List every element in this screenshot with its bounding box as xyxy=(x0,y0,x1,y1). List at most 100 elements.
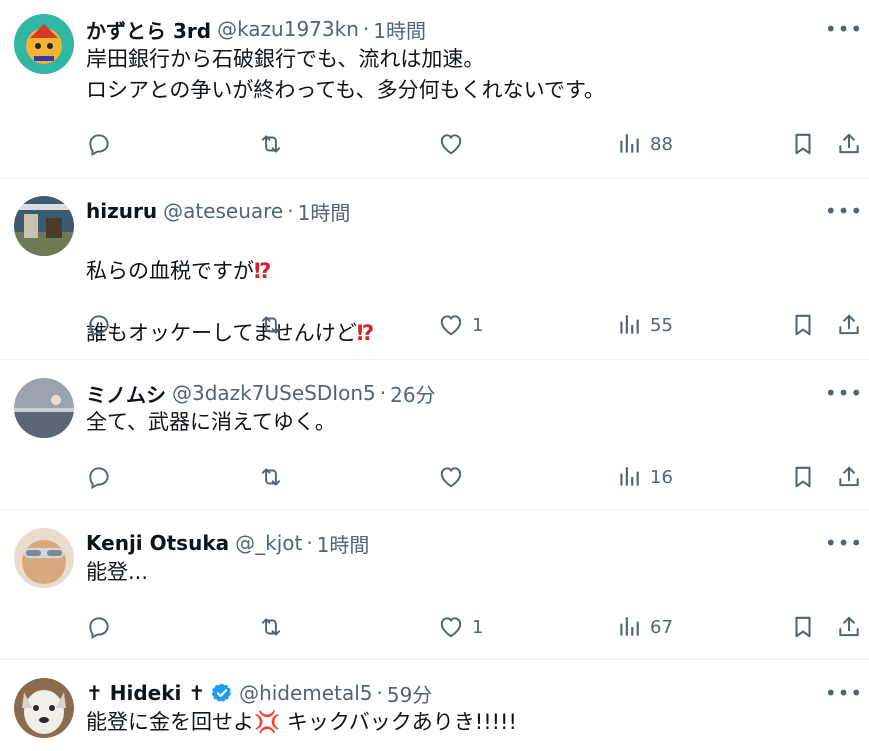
retweet-button[interactable] xyxy=(258,308,284,342)
exclamation-question-icon: ⁉ xyxy=(254,259,272,283)
share-button[interactable] xyxy=(836,610,862,644)
share-icon xyxy=(836,312,862,338)
like-icon xyxy=(438,312,464,338)
retweet-button[interactable] xyxy=(258,610,284,644)
like-icon xyxy=(438,464,464,490)
reply-icon xyxy=(86,131,112,157)
reply-icon xyxy=(86,614,112,640)
retweet-button[interactable] xyxy=(258,127,284,161)
like-button[interactable]: 1 xyxy=(438,610,483,644)
bookmark-icon xyxy=(790,614,816,640)
user-handle[interactable]: @3dazk7USeSDIon5 xyxy=(172,381,376,405)
tweet-header: ミノムシ @3dazk7USeSDIon5 · 26分 xyxy=(86,378,809,408)
user-handle[interactable]: @hidemetal5 xyxy=(239,681,372,705)
like-count: 1 xyxy=(472,616,484,638)
user-handle[interactable]: @kazu1973kn xyxy=(217,17,359,41)
views-button[interactable]: 55 xyxy=(616,308,673,342)
share-button[interactable] xyxy=(836,460,862,494)
reply-button[interactable] xyxy=(86,308,112,342)
avatar[interactable] xyxy=(14,196,74,256)
reply-icon xyxy=(86,464,112,490)
views-count: 67 xyxy=(650,616,673,638)
timestamp[interactable]: 59分 xyxy=(387,679,432,708)
timestamp[interactable]: 26分 xyxy=(390,379,435,408)
anger-icon: 💢 xyxy=(254,710,281,734)
views-count: 16 xyxy=(650,466,673,488)
retweet-button[interactable] xyxy=(258,460,284,494)
separator-dot: · xyxy=(379,381,387,405)
display-name[interactable]: かずとら 3rd xyxy=(86,15,211,44)
tweet-header: Kenji Otsuka @_kjot · 1時間 xyxy=(86,528,809,558)
bookmark-icon xyxy=(790,312,816,338)
separator-dot: · xyxy=(287,199,294,223)
display-name[interactable]: hizuru xyxy=(86,199,157,223)
views-button[interactable]: 67 xyxy=(616,610,673,644)
bookmark-icon xyxy=(790,131,816,157)
display-name[interactable]: ミノムシ xyxy=(86,379,166,408)
share-button[interactable] xyxy=(836,308,862,342)
timeline-feed: かずとら 3rd @kazu1973kn · 1時間 ••• 岸田銀行から石破銀… xyxy=(0,0,869,751)
action-bar: 16 xyxy=(86,460,859,494)
tweet-header: ✝ Hideki ✝ @hidemetal5 · 59分 xyxy=(86,678,809,708)
like-button[interactable] xyxy=(438,460,464,494)
tweet-text: 岸田銀行から石破銀行でも、流れは加速。 ロシアとの争いが終わっても、多分何もくれ… xyxy=(86,47,605,102)
action-bar: 1 55 xyxy=(86,308,859,342)
avatar[interactable] xyxy=(14,14,74,74)
bookmark-button[interactable] xyxy=(790,610,816,644)
retweet-icon xyxy=(258,312,284,338)
avatar[interactable] xyxy=(14,528,74,588)
tweet-text-line: 私らの血税ですが xyxy=(86,259,254,283)
display-name[interactable]: Kenji Otsuka xyxy=(86,531,229,555)
verified-icon xyxy=(211,683,232,702)
tweet[interactable]: かずとら 3rd @kazu1973kn · 1時間 ••• 岸田銀行から石破銀… xyxy=(0,0,869,179)
views-count: 88 xyxy=(650,133,673,155)
more-icon[interactable]: ••• xyxy=(825,14,862,44)
timestamp[interactable]: 1時間 xyxy=(298,197,351,226)
views-icon xyxy=(616,131,642,157)
reply-icon xyxy=(86,312,112,338)
avatar[interactable] xyxy=(14,378,74,438)
tweet-header: かずとら 3rd @kazu1973kn · 1時間 xyxy=(86,14,809,44)
separator-dot: · xyxy=(362,17,370,41)
tweet[interactable]: Kenji Otsuka @_kjot · 1時間 ••• 能登... 1 67 xyxy=(0,510,869,660)
avatar[interactable] xyxy=(14,678,74,738)
bookmark-button[interactable] xyxy=(790,308,816,342)
views-button[interactable]: 16 xyxy=(616,460,673,494)
more-icon[interactable]: ••• xyxy=(825,196,862,226)
reply-button[interactable] xyxy=(86,460,112,494)
tweet[interactable]: ✝ Hideki ✝ @hidemetal5 · 59分 ••• 能登に金を回せ… xyxy=(0,660,869,751)
more-icon[interactable]: ••• xyxy=(825,678,862,708)
views-button[interactable]: 88 xyxy=(616,127,673,161)
bookmark-icon xyxy=(790,464,816,490)
user-handle[interactable]: @ateseuare xyxy=(163,199,283,223)
more-icon[interactable]: ••• xyxy=(825,378,862,408)
tweet[interactable]: ミノムシ @3dazk7USeSDIon5 · 26分 ••• 全て、武器に消え… xyxy=(0,360,869,510)
bookmark-button[interactable] xyxy=(790,127,816,161)
action-bar: 88 xyxy=(86,127,859,161)
views-icon xyxy=(616,464,642,490)
share-icon xyxy=(836,464,862,490)
tweet-header: hizuru @ateseuare · 1時間 xyxy=(86,196,809,226)
tweet[interactable]: hizuru @ateseuare · 1時間 ••• 私らの血税ですが⁉ 誰も… xyxy=(0,179,869,360)
tweet-text-part: キックバックありき!!!!! xyxy=(280,710,517,734)
share-icon xyxy=(836,614,862,640)
views-icon xyxy=(616,614,642,640)
timestamp[interactable]: 1時間 xyxy=(373,15,426,44)
timestamp[interactable]: 1時間 xyxy=(317,529,370,558)
bookmark-button[interactable] xyxy=(790,460,816,494)
views-count: 55 xyxy=(650,314,673,336)
views-icon xyxy=(616,312,642,338)
like-button[interactable] xyxy=(438,127,464,161)
more-icon[interactable]: ••• xyxy=(825,528,862,558)
share-button[interactable] xyxy=(836,127,862,161)
display-name[interactable]: ✝ Hideki ✝ xyxy=(86,681,205,705)
reply-button[interactable] xyxy=(86,127,112,161)
tweet-text: 能登に金を回せよ💢 キックバックありき!!!!! xyxy=(86,707,829,738)
separator-dot: · xyxy=(376,681,383,705)
like-icon xyxy=(438,614,464,640)
reply-button[interactable] xyxy=(86,610,112,644)
like-button[interactable]: 1 xyxy=(438,308,483,342)
tweet-text: 全て、武器に消えてゆく。 xyxy=(86,410,336,434)
tweet-text: 私らの血税ですが⁉ 誰もオッケーしてませんけど⁉ xyxy=(86,225,829,380)
user-handle[interactable]: @_kjot xyxy=(235,531,302,555)
